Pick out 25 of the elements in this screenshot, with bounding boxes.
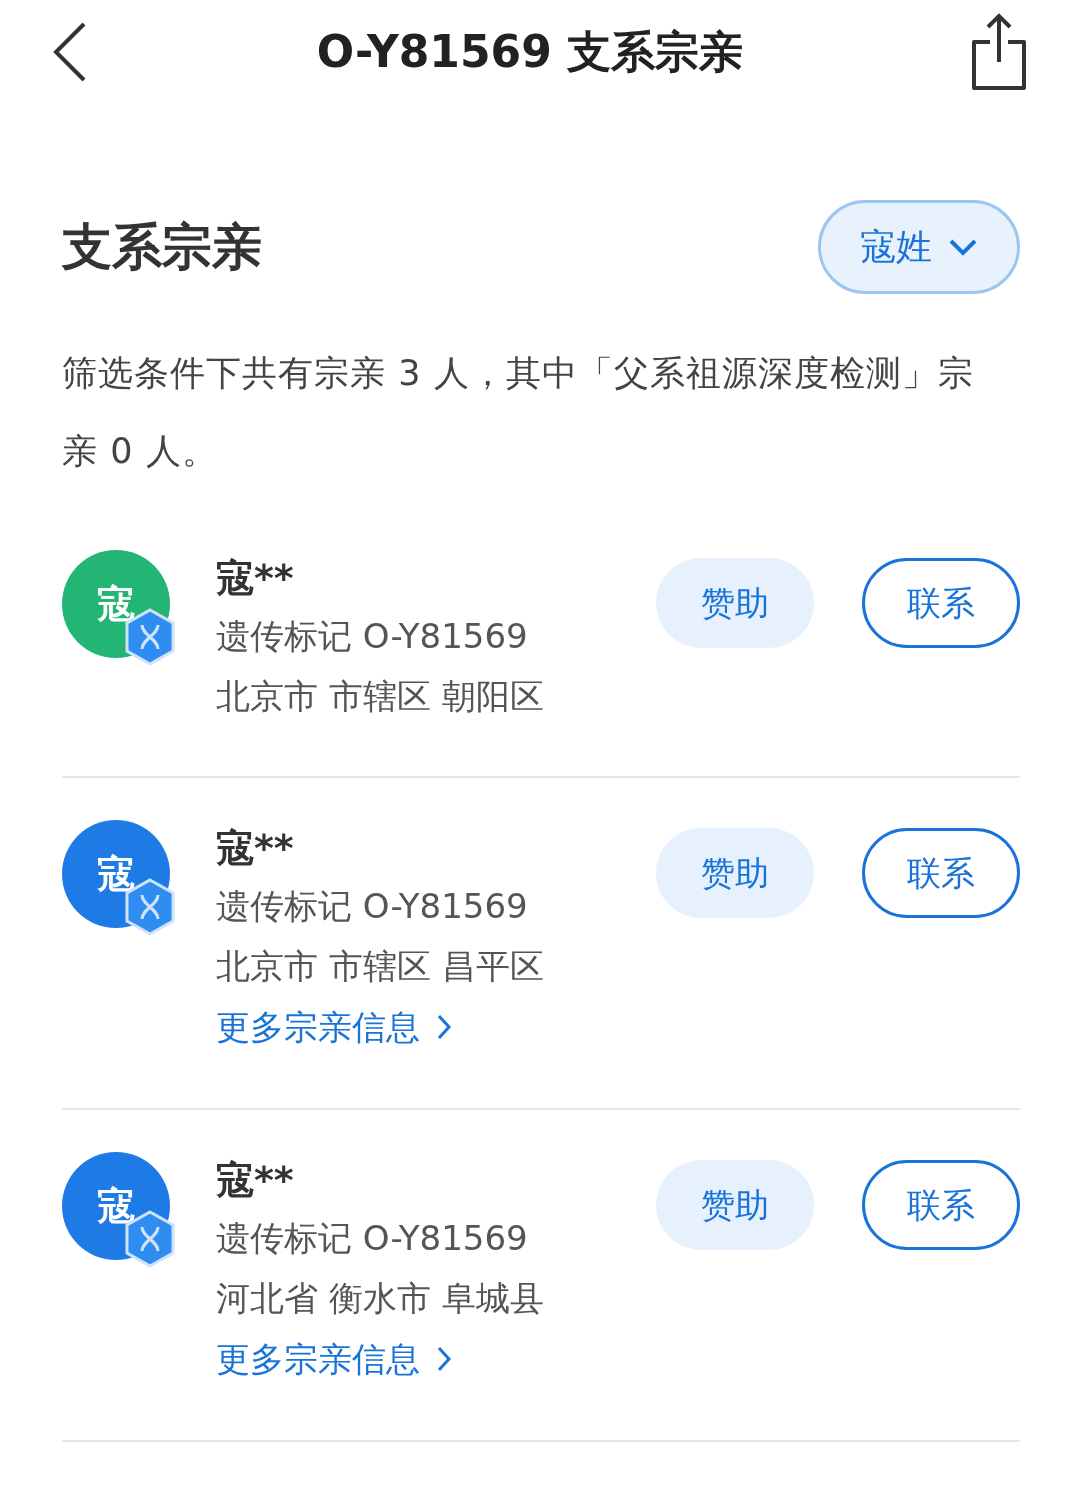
location-text: 河北省 衡水市 阜城县 [216,1277,545,1320]
more-info-link[interactable]: 更多宗亲信息 [216,1328,452,1390]
sponsor-button[interactable]: 赞助 [656,558,814,648]
chevron-right-icon [436,1013,452,1041]
relative-name: 寇** [216,555,295,602]
sponsor-button[interactable]: 赞助 [656,828,814,918]
contact-button[interactable]: 联系 [862,828,1020,918]
summary-text: 筛选条件下共有宗亲 3 人，其中「父系祖源深度检测」宗亲 0 人。 [62,352,975,473]
location-text: 北京市 市辖区 朝阳区 [216,675,545,718]
contact-button[interactable]: 联系 [862,558,1020,648]
chevron-right-icon [436,1345,452,1373]
genetic-marker: 遗传标记 O-Y81569 [216,1217,529,1260]
genetic-marker: 遗传标记 O-Y81569 [216,615,529,658]
page-title: O-Y81569 支系宗亲 [316,25,744,79]
share-button[interactable] [970,12,1028,92]
sponsor-button[interactable]: 赞助 [656,1160,814,1250]
relative-name: 寇** [216,825,295,872]
genetic-marker: 遗传标记 O-Y81569 [216,885,529,928]
chevron-down-icon [948,237,978,257]
surname-filter[interactable]: 寇姓 [818,200,1020,294]
contact-button[interactable]: 联系 [862,1160,1020,1250]
relative-name: 寇** [216,1157,295,1204]
more-info-link[interactable]: 更多宗亲信息 [216,996,452,1058]
location-text: 北京市 市辖区 昌平区 [216,945,545,988]
section-title: 支系宗亲 [62,216,262,278]
